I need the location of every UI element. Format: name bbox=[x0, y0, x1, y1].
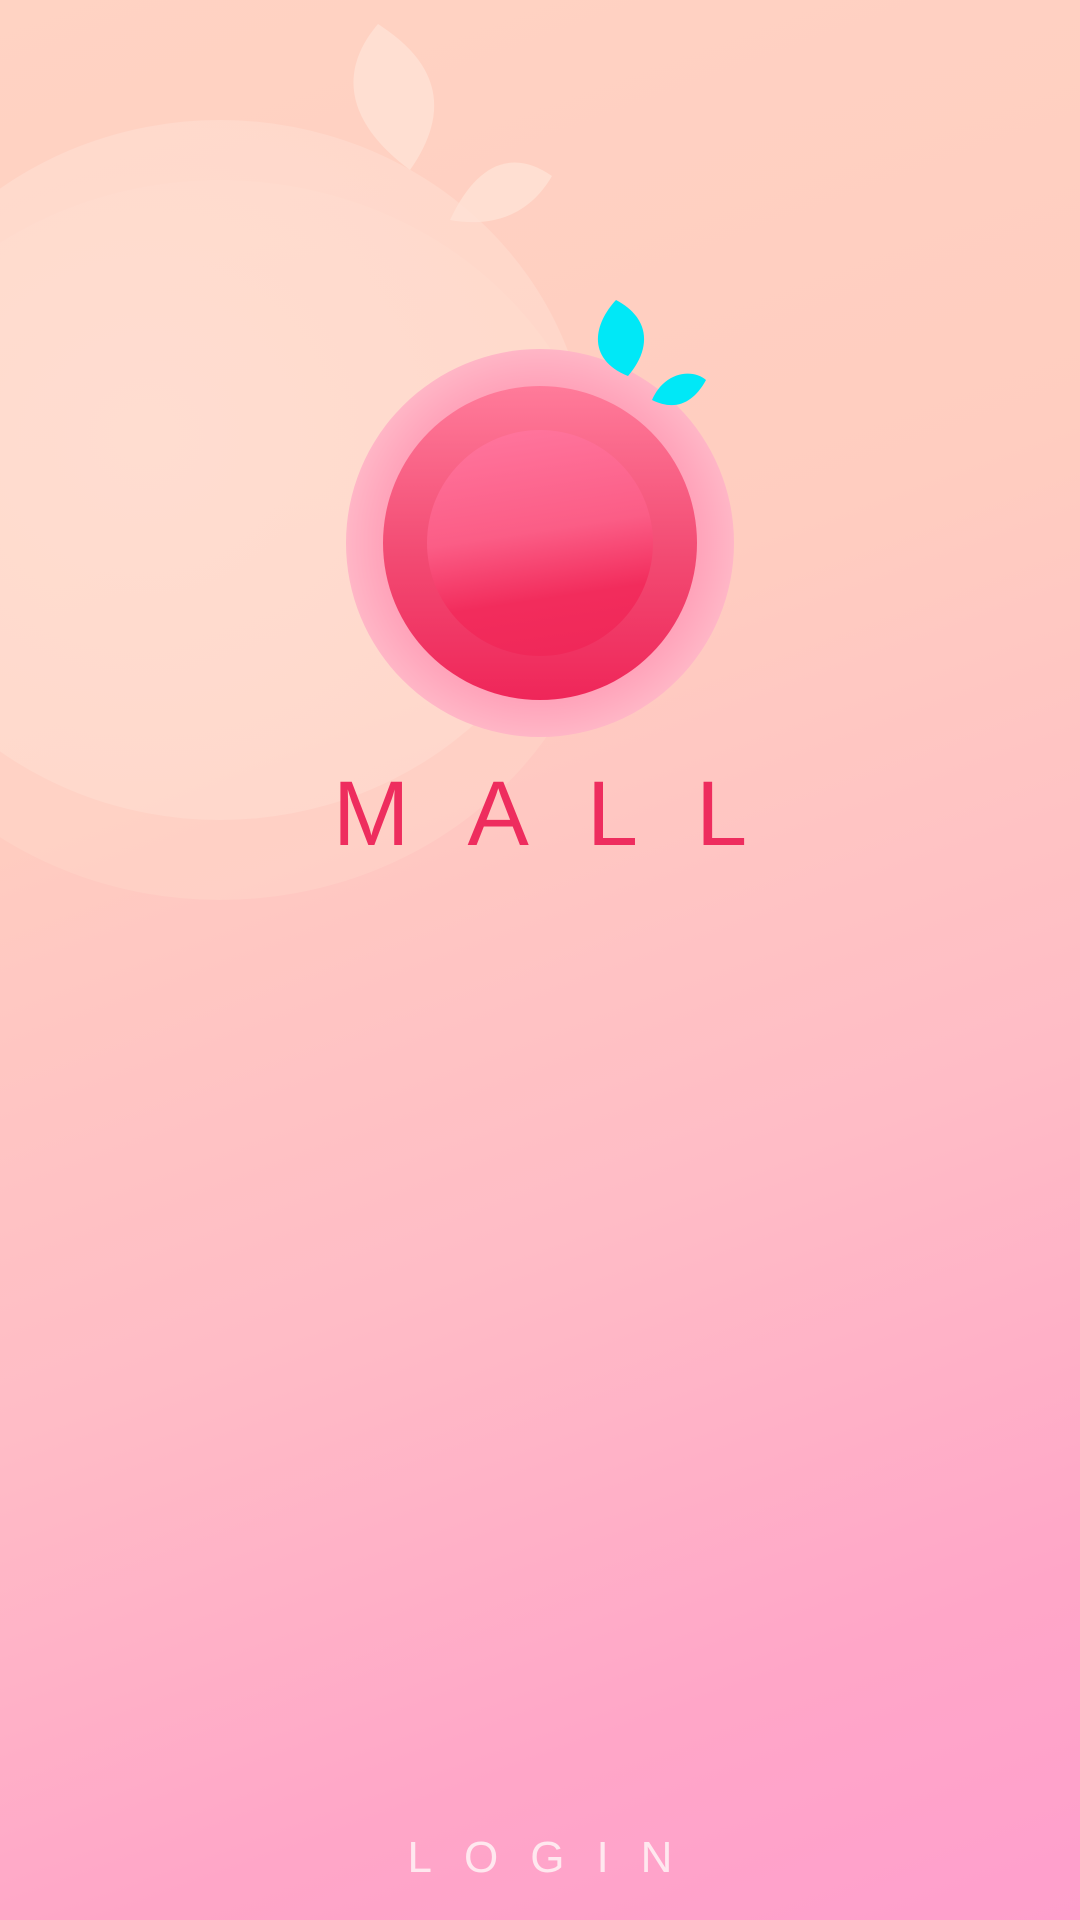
leaf-icon bbox=[652, 373, 706, 406]
background-watermark-fruit bbox=[0, 24, 610, 900]
brand-title: MALL bbox=[332, 763, 806, 865]
watermark-leaf-icon bbox=[450, 162, 552, 223]
login-button[interactable]: LOGIN bbox=[0, 1836, 1080, 1880]
logo-core bbox=[427, 430, 653, 656]
watermark-leaf-icon bbox=[353, 24, 435, 170]
fruit-logo-icon bbox=[346, 300, 734, 737]
